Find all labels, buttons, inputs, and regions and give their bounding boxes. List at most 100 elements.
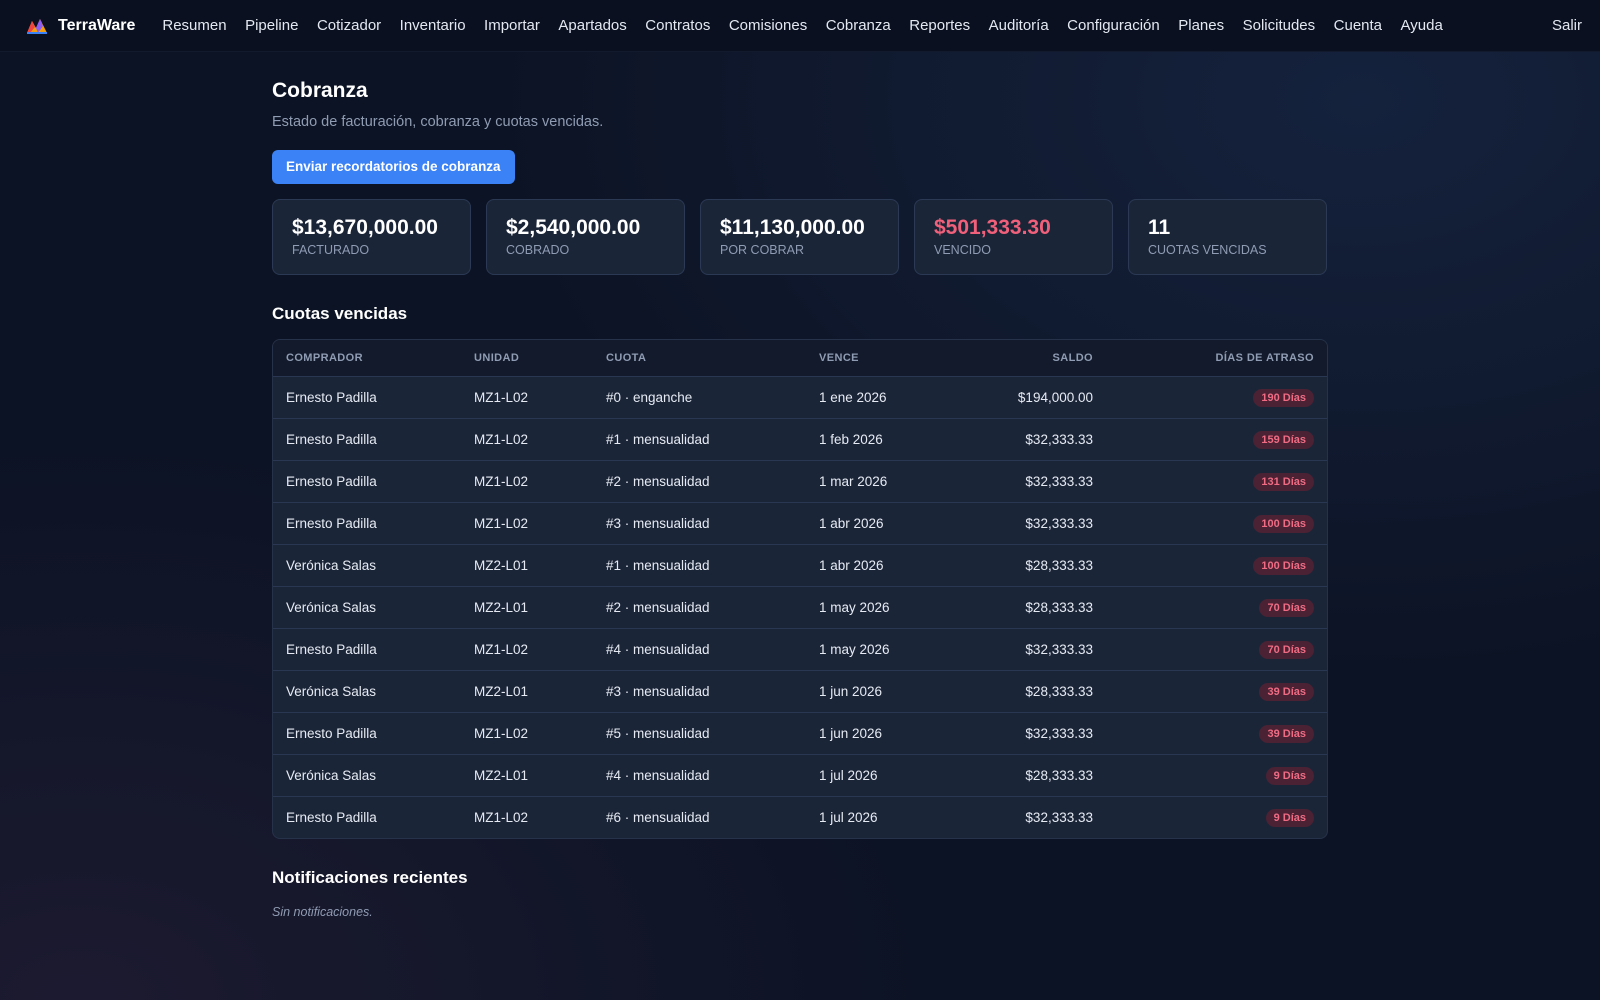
balance-cell: $28,333.33 xyxy=(958,754,1106,797)
buyer-cell: Ernesto Padilla xyxy=(273,460,461,503)
table-row: Ernesto Padilla MZ1-L02 #5 · mensualidad 1 … xyxy=(273,712,1327,755)
table-row: Ernesto Padilla MZ1-L02 #4 · mensualidad 1 … xyxy=(273,628,1327,671)
buyer-cell: Ernesto Padilla xyxy=(273,628,461,671)
due-date-cell: 1 jul 2026 xyxy=(806,754,958,797)
days-late-cell: 39 Días xyxy=(1106,712,1327,755)
buyer-cell: Verónica Salas xyxy=(273,586,461,629)
buyer-cell: Ernesto Padilla xyxy=(273,712,461,755)
unit-cell: MZ1-L02 xyxy=(461,628,593,671)
nav-item-contratos[interactable]: Contratos xyxy=(645,17,710,34)
due-date-cell: 1 jul 2026 xyxy=(806,796,958,838)
nav-item-configuracion[interactable]: Configuración xyxy=(1067,17,1160,34)
days-late-cell: 70 Días xyxy=(1106,628,1327,671)
quota-cell: #5 · mensualidad xyxy=(593,712,806,755)
column-header-unidad: UNIDAD xyxy=(461,340,593,377)
page-title: Cobranza xyxy=(272,79,368,102)
brand-logo-icon xyxy=(27,18,47,34)
table-row: Ernesto Padilla MZ1-L02 #3 · mensualidad 1 … xyxy=(273,502,1327,545)
overdue-table: COMPRADOR UNIDAD CUOTA VENCE SALDO DÍAS … xyxy=(273,340,1327,838)
days-late-badge: 190 Días xyxy=(1253,388,1314,407)
table-row: Ernesto Padilla MZ1-L02 #1 · mensualidad 1 … xyxy=(273,418,1327,461)
balance-cell: $32,333.33 xyxy=(958,796,1106,838)
brand[interactable]: TerraWare xyxy=(26,17,135,35)
balance-cell: $28,333.33 xyxy=(958,586,1106,629)
top-navbar: TerraWare Resumen Pipeline Cotizador Inv… xyxy=(0,0,1600,52)
due-date-cell: 1 abr 2026 xyxy=(806,544,958,587)
days-late-badge: 100 Días xyxy=(1253,514,1314,533)
brand-name: TerraWare xyxy=(58,16,136,34)
stats-row: $13,670,000.00 FACTURADO $2,540,000.00 C… xyxy=(272,199,1328,275)
quota-cell: #6 · mensualidad xyxy=(593,796,806,838)
buyer-cell: Verónica Salas xyxy=(273,670,461,713)
stat-label: FACTURADO xyxy=(292,243,370,257)
quota-cell: #2 · mensualidad xyxy=(593,460,806,503)
days-late-cell: 131 Días xyxy=(1106,460,1327,503)
nav-item-cobranza[interactable]: Cobranza xyxy=(826,17,891,34)
days-late-badge: 159 Días xyxy=(1253,430,1314,449)
table-row: Verónica Salas MZ2-L01 #2 · mensualidad 1 m… xyxy=(273,586,1327,629)
quota-cell: #4 · mensualidad xyxy=(593,754,806,797)
send-reminders-button[interactable]: Enviar recordatorios de cobranza xyxy=(272,150,515,184)
notifications-empty-text: Sin notificaciones. xyxy=(272,905,373,919)
unit-cell: MZ2-L01 xyxy=(461,586,593,629)
days-late-cell: 39 Días xyxy=(1106,670,1327,713)
quota-cell: #0 · enganche xyxy=(593,376,806,419)
nav-item-pipeline[interactable]: Pipeline xyxy=(245,17,298,34)
quota-cell: #2 · mensualidad xyxy=(593,586,806,629)
due-date-cell: 1 feb 2026 xyxy=(806,418,958,461)
due-date-cell: 1 abr 2026 xyxy=(806,502,958,545)
column-header-comprador: COMPRADOR xyxy=(273,340,461,377)
due-date-cell: 1 ene 2026 xyxy=(806,376,958,419)
unit-cell: MZ1-L02 xyxy=(461,796,593,838)
stat-card-facturado: $13,670,000.00 FACTURADO xyxy=(272,199,471,275)
due-date-cell: 1 may 2026 xyxy=(806,586,958,629)
balance-cell: $32,333.33 xyxy=(958,628,1106,671)
column-header-saldo: SALDO xyxy=(958,340,1106,377)
notifications-section-title: Notificaciones recientes xyxy=(272,868,468,887)
nav-item-apartados[interactable]: Apartados xyxy=(558,17,626,34)
days-late-cell: 70 Días xyxy=(1106,586,1327,629)
nav-item-auditoria[interactable]: Auditoría xyxy=(989,17,1049,34)
unit-cell: MZ1-L02 xyxy=(461,502,593,545)
table-row: Ernesto Padilla MZ1-L02 #2 · mensualidad 1 … xyxy=(273,460,1327,503)
due-date-cell: 1 mar 2026 xyxy=(806,460,958,503)
days-late-badge: 100 Días xyxy=(1253,556,1314,575)
unit-cell: MZ2-L01 xyxy=(461,544,593,587)
table-row: Verónica Salas MZ2-L01 #1 · mensualidad 1 a… xyxy=(273,544,1327,587)
days-late-badge: 9 Días xyxy=(1265,808,1314,827)
buyer-cell: Verónica Salas xyxy=(273,544,461,587)
balance-cell: $32,333.33 xyxy=(958,418,1106,461)
nav-item-planes[interactable]: Planes xyxy=(1178,17,1224,34)
days-late-cell: 9 Días xyxy=(1106,754,1327,797)
nav-item-resumen[interactable]: Resumen xyxy=(162,17,226,34)
due-date-cell: 1 may 2026 xyxy=(806,628,958,671)
days-late-badge: 9 Días xyxy=(1265,766,1314,785)
nav-item-solicitudes[interactable]: Solicitudes xyxy=(1243,17,1316,34)
unit-cell: MZ2-L01 xyxy=(461,670,593,713)
nav-item-importar[interactable]: Importar xyxy=(484,17,540,34)
stat-card-cobrado: $2,540,000.00 COBRADO xyxy=(486,199,685,275)
nav-item-cuenta[interactable]: Cuenta xyxy=(1334,17,1382,34)
unit-cell: MZ1-L02 xyxy=(461,418,593,461)
days-late-cell: 9 Días xyxy=(1106,796,1327,838)
column-header-cuota: CUOTA xyxy=(593,340,806,377)
days-late-badge: 70 Días xyxy=(1259,640,1314,659)
days-late-cell: 190 Días xyxy=(1106,376,1327,419)
logout-link[interactable]: Salir xyxy=(1552,17,1582,34)
due-date-cell: 1 jun 2026 xyxy=(806,670,958,713)
unit-cell: MZ1-L02 xyxy=(461,712,593,755)
balance-cell: $28,333.33 xyxy=(958,544,1106,587)
nav-item-comisiones[interactable]: Comisiones xyxy=(729,17,807,34)
buyer-cell: Ernesto Padilla xyxy=(273,502,461,545)
buyer-cell: Ernesto Padilla xyxy=(273,376,461,419)
column-header-dias-de-atraso: DÍAS DE ATRASO xyxy=(1106,340,1327,377)
nav-item-cotizador[interactable]: Cotizador xyxy=(317,17,381,34)
nav-item-inventario[interactable]: Inventario xyxy=(400,17,466,34)
quota-cell: #1 · mensualidad xyxy=(593,418,806,461)
balance-cell: $32,333.33 xyxy=(958,460,1106,503)
nav-item-reportes[interactable]: Reportes xyxy=(909,17,970,34)
table-row: Ernesto Padilla MZ1-L02 #0 · enganche 1 ene… xyxy=(273,376,1327,419)
table-row: Verónica Salas MZ2-L01 #3 · mensualidad 1 j… xyxy=(273,670,1327,713)
nav-item-ayuda[interactable]: Ayuda xyxy=(1401,17,1443,34)
unit-cell: MZ1-L02 xyxy=(461,460,593,503)
